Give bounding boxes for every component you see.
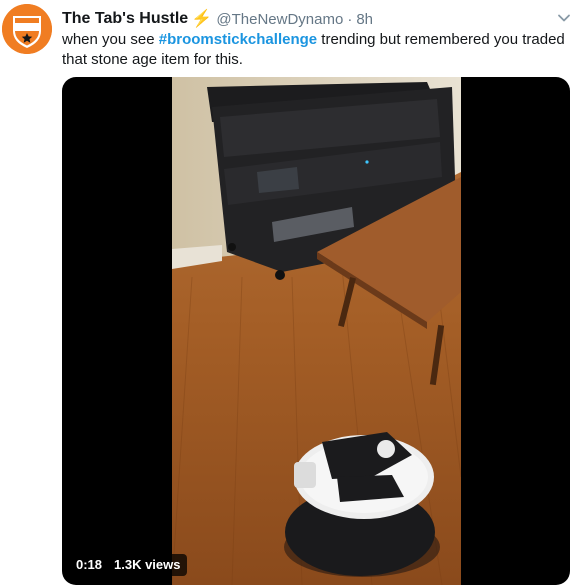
hashtag-link[interactable]: #broomstickchallenge (159, 31, 317, 48)
timestamp[interactable]: 8h (356, 11, 373, 28)
user-handle[interactable]: @TheNewDynamo (216, 11, 343, 28)
tweet-header: The Tab's Hustle ⚡ @TheNewDynamo · 8h (62, 8, 572, 30)
video-frame (172, 77, 461, 585)
chevron-down-icon[interactable] (556, 10, 572, 26)
tweet-text-before: when you see (62, 31, 159, 48)
houston-dynamo-logo (2, 4, 52, 54)
lightning-emoji-icon: ⚡ (191, 9, 213, 28)
tweet-text: when you see #broomstickchallenge trendi… (62, 30, 568, 70)
avatar[interactable] (2, 4, 52, 54)
video-views-badge: 1.3K views (108, 554, 187, 576)
display-name[interactable]: The Tab's Hustle (62, 10, 188, 28)
video-player[interactable]: 0:18 1.3K views (62, 77, 570, 585)
separator-dot: · (347, 10, 353, 28)
video-duration-badge: 0:18 (70, 554, 109, 576)
